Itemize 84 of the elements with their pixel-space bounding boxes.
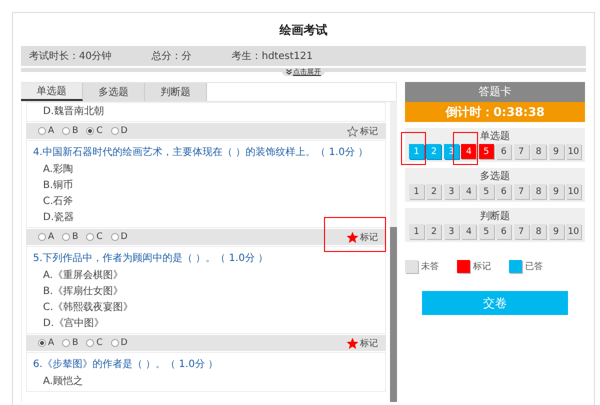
question-number-button[interactable]: 10	[566, 224, 581, 239]
radio-button[interactable]	[62, 233, 70, 241]
question-number-button[interactable]: 6	[496, 144, 512, 159]
question-number-button[interactable]: 1	[409, 224, 424, 239]
answer-choice[interactable]: D	[110, 338, 128, 348]
answer-choice[interactable]: A	[38, 126, 54, 136]
mark-button[interactable]: 标记	[347, 336, 378, 350]
mark-button[interactable]: 标记	[347, 124, 378, 138]
question-number-button[interactable]: 7	[514, 184, 529, 199]
radio-button[interactable]	[110, 339, 119, 347]
scrollbar[interactable]	[390, 102, 397, 402]
mark-button[interactable]: 标记	[347, 230, 378, 244]
radio-button[interactable]	[110, 233, 119, 241]
answer-choice[interactable]: B	[62, 232, 78, 242]
option-text: A.顾恺之	[42, 374, 84, 389]
section-label: 判断题	[479, 210, 511, 223]
countdown-timer: 倒计时：0:38:38	[405, 102, 585, 122]
info-text: 总分：分	[152, 50, 192, 63]
question-number-button[interactable]: 2	[426, 224, 442, 239]
option-text: B.《挥扇仕女图》	[42, 284, 124, 299]
answer-choice[interactable]: D	[110, 126, 128, 136]
question-number-button[interactable]: 8	[531, 224, 546, 239]
exam-title: 绘画考试	[278, 22, 328, 39]
question-number-button[interactable]: 2	[426, 184, 442, 199]
question-number-button[interactable]: 4	[461, 184, 476, 199]
info-text: 考试时长：40分钟	[29, 50, 112, 63]
option-text: B.铜币	[42, 178, 74, 193]
info-text: 考生：hdtest121	[232, 50, 313, 63]
question-number-button[interactable]: 8	[531, 144, 546, 159]
section-label: 多选题	[479, 170, 511, 183]
answer-choice[interactable]: B	[62, 126, 78, 136]
option-text: A.彩陶	[42, 163, 74, 177]
question-text: 5.下列作品中，作者为顾闳中的是（ ）。（ 1.0分 ）	[33, 252, 269, 265]
answer-choice[interactable]: C	[86, 232, 103, 242]
question-number-button[interactable]: 6	[496, 184, 512, 199]
legend-label: 未答	[421, 260, 439, 273]
radio-button[interactable]	[86, 339, 94, 347]
question-tab[interactable]: 单选题	[21, 83, 83, 101]
question-number-button[interactable]: 3	[444, 224, 459, 239]
question-number-button[interactable]: 9	[548, 144, 564, 159]
option-text: A.《重屏会棋图》	[42, 268, 124, 283]
answer-choice[interactable]: D	[110, 232, 128, 242]
radio-button[interactable]	[38, 127, 46, 135]
answer-choice[interactable]: B	[62, 338, 78, 348]
answer-choice[interactable]: A	[38, 232, 54, 242]
question-text: 4.中国新石器时代的绘画艺术，主要体现在（ ）的装饰纹样上。（ 1.0分 ）	[33, 146, 369, 159]
question-number-button[interactable]: 9	[548, 224, 564, 239]
question-number-button[interactable]: 7	[514, 224, 529, 239]
legend-label: 标记	[473, 260, 491, 273]
question-number-button[interactable]: 10	[566, 184, 581, 199]
section-label: 单选题	[479, 130, 511, 143]
radio-button[interactable]	[110, 127, 119, 135]
radio-button[interactable]	[38, 233, 46, 241]
legend-label: 已答	[525, 260, 543, 273]
question-number-button[interactable]: 4	[461, 144, 476, 159]
question-number-button[interactable]: 5	[478, 184, 494, 199]
card-title: 答题卡	[405, 82, 585, 102]
double-chevron-icon	[286, 68, 292, 74]
option-text: D.魏晋南北朝	[42, 104, 105, 119]
question-number-button[interactable]: 7	[514, 144, 529, 159]
question-number-button[interactable]: 10	[566, 144, 581, 159]
option-text: C.石斧	[42, 195, 74, 209]
question-number-button[interactable]: 6	[496, 224, 512, 239]
question-number-button[interactable]: 8	[531, 184, 546, 199]
question-number-button[interactable]: 4	[461, 224, 476, 239]
option-text: C.《韩熙载夜宴图》	[42, 300, 134, 315]
option-text: D.《宫中图》	[42, 316, 105, 331]
answer-choice[interactable]: C	[86, 126, 103, 136]
question-tab[interactable]: 多选题	[83, 83, 145, 101]
answer-choice[interactable]: C	[86, 338, 103, 348]
question-tab[interactable]: 判断题	[145, 83, 207, 101]
question-number-button[interactable]: 9	[548, 184, 564, 199]
answer-choice[interactable]: A	[38, 338, 54, 348]
option-text: D.瓷器	[42, 211, 75, 225]
radio-button[interactable]	[86, 233, 94, 241]
radio-button[interactable]	[86, 127, 94, 135]
question-number-button[interactable]: 5	[478, 224, 494, 239]
radio-button[interactable]	[62, 339, 70, 347]
radio-button[interactable]	[38, 339, 46, 347]
question-text: 6.《步辇图》的作者是（ ）。（ 1.0分 ）	[33, 358, 219, 371]
question-number-button[interactable]: 1	[409, 184, 424, 199]
radio-button[interactable]	[62, 127, 70, 135]
question-number-button[interactable]: 3	[444, 184, 459, 199]
question-number-button[interactable]: 5	[478, 144, 494, 159]
